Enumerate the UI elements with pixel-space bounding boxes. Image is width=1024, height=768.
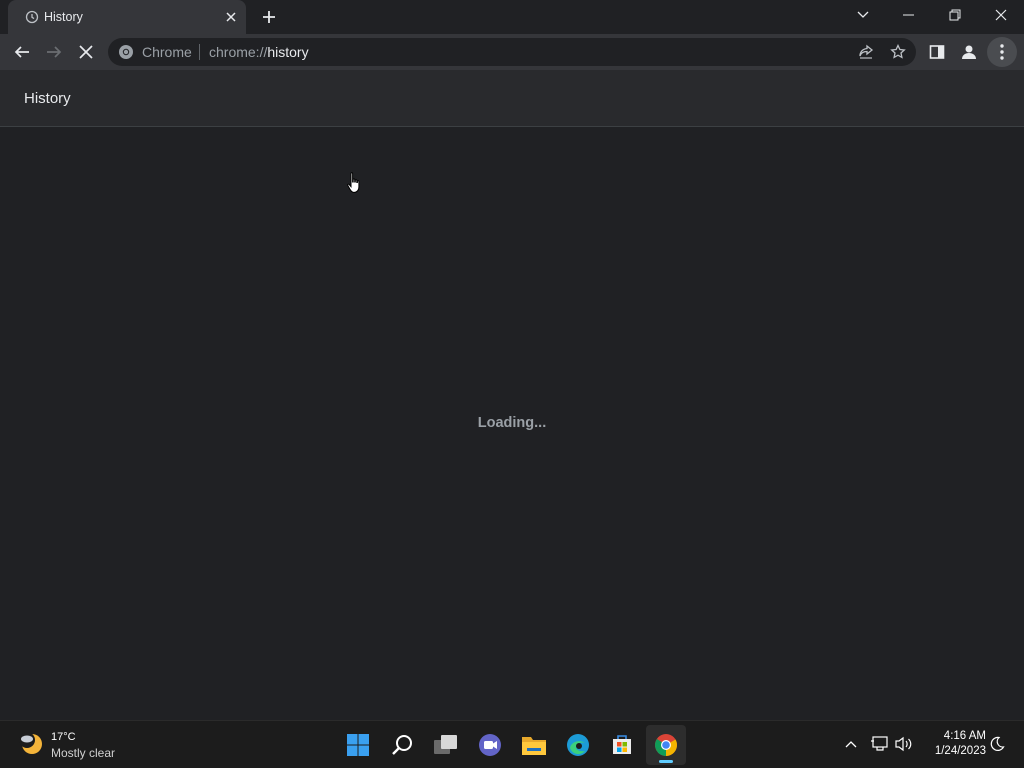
- chrome-icon[interactable]: [118, 44, 134, 60]
- edge-icon[interactable]: [558, 725, 598, 765]
- plus-icon[interactable]: [258, 6, 280, 28]
- star-icon[interactable]: [888, 42, 908, 62]
- close-icon[interactable]: [222, 8, 240, 26]
- file-explorer-icon[interactable]: [514, 725, 554, 765]
- minimize-icon[interactable]: [886, 0, 932, 30]
- tab-title: History: [44, 10, 83, 24]
- clock-time: 4:16 AM: [943, 730, 986, 742]
- task-view-icon[interactable]: [426, 725, 466, 765]
- network-icon[interactable]: [868, 733, 890, 755]
- volume-icon[interactable]: [893, 733, 915, 755]
- store-icon[interactable]: [602, 725, 642, 765]
- chevron-up-icon[interactable]: [840, 733, 862, 755]
- omnibox-divider: [199, 44, 200, 60]
- kebab-menu-icon[interactable]: [987, 37, 1017, 67]
- clock-date: 1/24/2023: [934, 745, 986, 757]
- share-icon[interactable]: [856, 42, 876, 62]
- page-title: History: [24, 90, 71, 107]
- chevron-down-icon[interactable]: [840, 0, 886, 30]
- history-page-header: History: [0, 70, 1024, 127]
- site-chip: Chrome: [142, 44, 192, 60]
- address-bar[interactable]: Chrome chrome://history: [108, 38, 916, 66]
- stop-icon[interactable]: [71, 37, 101, 67]
- tab-history[interactable]: History: [8, 0, 246, 34]
- side-panel-icon[interactable]: [922, 37, 952, 67]
- tab-strip: History: [0, 0, 1024, 34]
- chat-icon[interactable]: [470, 725, 510, 765]
- weather-temperature[interactable]: 17°C: [51, 731, 76, 743]
- restore-icon[interactable]: [932, 0, 978, 30]
- close-window-icon[interactable]: [978, 0, 1024, 30]
- active-app-indicator: [659, 760, 673, 763]
- loading-text: Loading...: [477, 415, 547, 431]
- url-host: history: [267, 44, 309, 60]
- back-arrow-icon[interactable]: [7, 37, 37, 67]
- url-scheme: chrome://: [209, 44, 268, 60]
- windows-start-icon[interactable]: [338, 725, 378, 765]
- hand-cursor-icon: [346, 171, 364, 195]
- windows-taskbar: 17°C Mostly clear 4:16 AM 1/24/2023: [0, 720, 1024, 768]
- chrome-app-icon[interactable]: [646, 725, 686, 765]
- weather-moon-icon[interactable]: [18, 731, 44, 757]
- history-page-body: Loading...: [0, 127, 1024, 720]
- forward-arrow-icon[interactable]: [39, 37, 69, 67]
- profile-icon[interactable]: [954, 37, 984, 67]
- weather-description[interactable]: Mostly clear: [51, 746, 115, 760]
- url-text[interactable]: chrome://history: [209, 44, 309, 60]
- history-icon: [24, 9, 40, 25]
- search-icon[interactable]: [382, 725, 422, 765]
- taskbar-clock[interactable]: 4:16 AM 1/24/2023: [916, 729, 986, 759]
- focus-moon-icon[interactable]: [986, 733, 1008, 755]
